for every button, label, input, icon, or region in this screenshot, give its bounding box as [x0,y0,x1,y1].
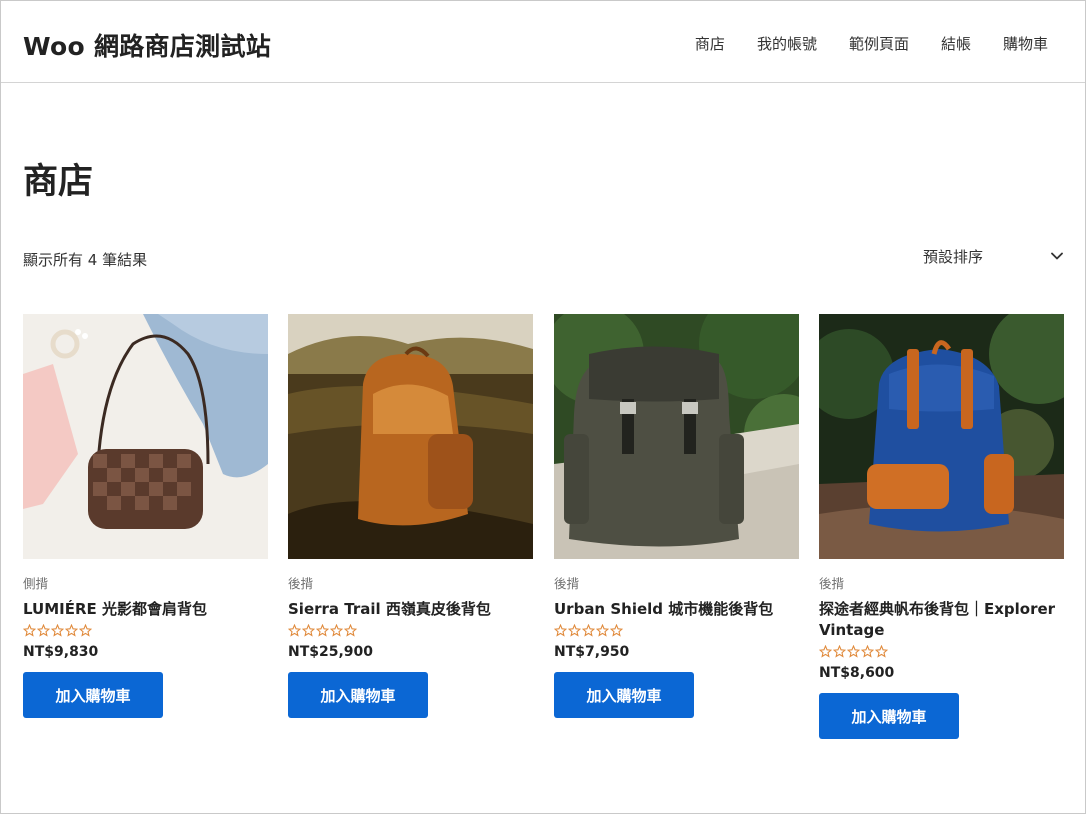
product-image[interactable] [23,314,268,559]
product-title[interactable]: Urban Shield 城市機能後背包 [554,599,799,620]
product-title[interactable]: Sierra Trail 西嶺真皮後背包 [288,599,533,620]
star-icon [316,624,329,637]
product-title[interactable]: LUMIÉRE 光影都會肩背包 [23,599,268,620]
star-icon [51,624,64,637]
star-rating [819,645,1064,661]
star-icon [582,624,595,637]
product-price: NT$9,830 [23,644,99,660]
canvas-backpack-image [819,314,1064,559]
product-title[interactable]: 探途者經典帆布後背包｜Explorer Vintage [819,599,1064,641]
star-icon [875,645,888,658]
main-nav: 商店 我的帳號 範例頁面 結帳 購物車 [695,33,1048,54]
result-count: 顯示所有 4 筆結果 [23,251,148,269]
product-image[interactable] [819,314,1064,559]
product-price: NT$7,950 [554,644,630,660]
nav-item-sample-page[interactable]: 範例頁面 [849,33,909,54]
site-header: Woo 網路商店測試站 商店 我的帳號 範例頁面 結帳 購物車 [1,1,1085,83]
browser-frame: Woo 網路商店測試站 商店 我的帳號 範例頁面 結帳 購物車 商店 顯示所有 … [0,0,1086,814]
star-icon [554,624,567,637]
product-price: NT$25,900 [288,644,374,660]
sort-selected-value: 預設排序 [923,247,984,266]
star-icon [23,624,36,637]
product-category[interactable]: 後揹 [288,573,533,592]
star-icon [288,624,301,637]
product-card: 後揹 探途者經典帆布後背包｜Explorer Vintage NT$8,600 … [819,314,1064,739]
add-to-cart-button[interactable]: 加入購物車 [23,672,163,718]
nav-item-my-account[interactable]: 我的帳號 [757,33,817,54]
product-category[interactable]: 後揹 [554,573,799,592]
product-image[interactable] [554,314,799,559]
product-card: 側揹 LUMIÉRE 光影都會肩背包 NT$9,830 加入購物車 [23,314,268,718]
chevron-down-icon [1051,252,1063,260]
product-category[interactable]: 後揹 [819,573,1064,592]
star-rating [23,624,268,640]
page-title: 商店 [23,162,94,202]
urban-backpack-image [554,314,799,559]
product-grid: 側揹 LUMIÉRE 光影都會肩背包 NT$9,830 加入購物車 後揹 Sie… [23,314,1065,754]
star-icon [847,645,860,658]
star-icon [65,624,78,637]
star-icon [819,645,832,658]
product-card: 後揹 Sierra Trail 西嶺真皮後背包 NT$25,900 加入購物車 [288,314,533,718]
sort-select[interactable]: 預設排序 [923,243,1065,269]
product-category[interactable]: 側揹 [23,573,268,592]
product-price: NT$8,600 [819,665,895,681]
star-icon [861,645,874,658]
star-icon [568,624,581,637]
star-icon [596,624,609,637]
star-icon [302,624,315,637]
nav-item-shop[interactable]: 商店 [695,33,725,54]
add-to-cart-button[interactable]: 加入購物車 [288,672,428,718]
shoulder-bag-image [23,314,268,559]
site-title[interactable]: Woo 網路商店測試站 [23,27,271,63]
nav-item-checkout[interactable]: 結帳 [941,33,971,54]
add-to-cart-button[interactable]: 加入購物車 [554,672,694,718]
leather-backpack-image [288,314,533,559]
star-icon [610,624,623,637]
add-to-cart-button[interactable]: 加入購物車 [819,693,959,739]
nav-item-cart[interactable]: 購物車 [1003,33,1048,54]
star-icon [37,624,50,637]
star-icon [833,645,846,658]
star-icon [79,624,92,637]
star-rating [554,624,799,640]
product-card: 後揹 Urban Shield 城市機能後背包 NT$7,950 加入購物車 [554,314,799,718]
star-rating [288,624,533,640]
product-image[interactable] [288,314,533,559]
star-icon [330,624,343,637]
star-icon [344,624,357,637]
